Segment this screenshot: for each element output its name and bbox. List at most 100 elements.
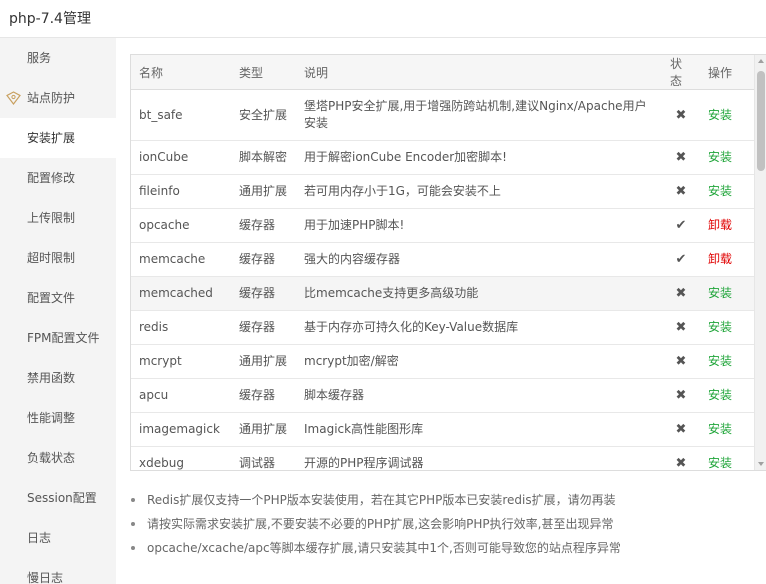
install-button[interactable]: 安装 — [708, 150, 732, 164]
cell-name: redis — [131, 310, 231, 345]
cell-description: 脚本缓存器 — [296, 378, 662, 413]
sidebar-item-fpm-config[interactable]: FPM配置文件 — [0, 318, 116, 358]
status-x-icon: ✖ — [662, 412, 700, 447]
sidebar-item-label: FPM配置文件 — [27, 331, 100, 345]
sidebar-item-session-config[interactable]: Session配置 — [0, 478, 116, 518]
note-item: opcache/xcache/apc等脚本缓存扩展,请只安装其中1个,否则可能导… — [130, 536, 750, 560]
cell-description: 强大的内容缓存器 — [296, 242, 662, 277]
window-title: php-7.4管理 — [9, 11, 91, 27]
cell-name: fileinfo — [131, 174, 231, 209]
cell-name: bt_safe — [131, 89, 231, 141]
table-row: ionCube 脚本解密 用于解密ionCube Encoder加密脚本! ✖ … — [131, 140, 755, 175]
install-button[interactable]: 安装 — [708, 388, 732, 402]
cell-description: Imagick高性能图形库 — [296, 412, 662, 447]
sidebar-item-log[interactable]: 日志 — [0, 518, 116, 558]
scroll-down-arrow-icon[interactable] — [758, 462, 764, 466]
table-header-row: 名称 类型 说明 状态 操作 — [131, 55, 755, 90]
cell-name: opcache — [131, 208, 231, 243]
table-row: redis 缓存器 基于内存亦可持久化的Key-Value数据库 ✖ 安装 — [131, 310, 755, 345]
cell-type: 缓存器 — [231, 276, 296, 311]
sidebar-item-disabled-functions[interactable]: 禁用函数 — [0, 358, 116, 398]
cell-type: 缓存器 — [231, 242, 296, 277]
cell-type: 安全扩展 — [231, 89, 296, 141]
note-item: 请按实际需求安装扩展,不要安装不必要的PHP扩展,这会影响PHP执行效率,甚至出… — [130, 512, 750, 536]
sidebar-item-label: 站点防护 — [27, 91, 76, 105]
sidebar-item-label: 配置文件 — [27, 291, 76, 305]
uninstall-button[interactable]: 卸载 — [708, 252, 732, 266]
title-bar: php-7.4管理 — [0, 0, 766, 38]
sidebar-item-install-extensions[interactable]: 安装扩展 — [0, 118, 116, 158]
status-x-icon: ✖ — [662, 174, 700, 209]
install-button[interactable]: 安装 — [708, 184, 732, 198]
sidebar-item-label: 性能调整 — [27, 411, 76, 425]
extension-table-container[interactable]: 名称 类型 说明 状态 操作 bt_safe 安全扩展 堡塔PHP安全扩展,用于… — [130, 54, 766, 471]
cell-type: 通用扩展 — [231, 412, 296, 447]
cell-description: 比memcache支持更多高级功能 — [296, 276, 662, 311]
install-button[interactable]: 安装 — [708, 286, 732, 300]
table-row: imagemagick 通用扩展 Imagick高性能图形库 ✖ 安装 — [131, 412, 755, 447]
header-status: 状态 — [662, 55, 700, 90]
uninstall-button[interactable]: 卸载 — [708, 218, 732, 232]
cell-description: 基于内存亦可持久化的Key-Value数据库 — [296, 310, 662, 345]
install-button[interactable]: 安装 — [708, 422, 732, 436]
scroll-up-arrow-icon[interactable] — [758, 59, 764, 63]
cell-name: ionCube — [131, 140, 231, 175]
status-x-icon: ✖ — [662, 446, 700, 470]
sidebar-item-label: 负载状态 — [27, 451, 76, 465]
bullet-dot-icon — [131, 546, 135, 550]
table-row: opcache 缓存器 用于加速PHP脚本! ✔ 卸载 — [131, 208, 755, 243]
table-row: bt_safe 安全扩展 堡塔PHP安全扩展,用于增强防跨站机制,建议Nginx… — [131, 89, 755, 141]
status-x-icon: ✖ — [662, 89, 700, 141]
install-button[interactable]: 安装 — [708, 456, 732, 470]
cell-name: imagemagick — [131, 412, 231, 447]
cell-name: xdebug — [131, 446, 231, 470]
cell-name: mcrypt — [131, 344, 231, 379]
extension-table: 名称 类型 说明 状态 操作 bt_safe 安全扩展 堡塔PHP安全扩展,用于… — [131, 55, 755, 470]
scrollbar-thumb[interactable] — [757, 71, 765, 171]
table-row: xdebug 调试器 开源的PHP程序调试器 ✖ 安装 — [131, 446, 755, 470]
sidebar-item-label: 慢日志 — [27, 571, 64, 584]
cell-type: 调试器 — [231, 446, 296, 470]
sidebar-item-config-file[interactable]: 配置文件 — [0, 278, 116, 318]
note-text: opcache/xcache/apc等脚本缓存扩展,请只安装其中1个,否则可能导… — [147, 541, 621, 555]
sidebar: 服务 站点防护 安装扩展 配置修改 上传限制 超时限制 配置文件 FPM配置文件… — [0, 38, 116, 584]
status-x-icon: ✖ — [662, 344, 700, 379]
install-button[interactable]: 安装 — [708, 320, 732, 334]
header-type: 类型 — [231, 55, 296, 90]
cell-description: 用于解密ionCube Encoder加密脚本! — [296, 140, 662, 175]
status-check-icon: ✔ — [662, 208, 700, 243]
sidebar-item-label: 服务 — [27, 51, 52, 65]
status-check-icon: ✔ — [662, 242, 700, 277]
cell-name: apcu — [131, 378, 231, 413]
status-x-icon: ✖ — [662, 276, 700, 311]
sidebar-item-config-edit[interactable]: 配置修改 — [0, 158, 116, 198]
sidebar-item-label: 配置修改 — [27, 171, 76, 185]
cell-description: mcrypt加密/解密 — [296, 344, 662, 379]
cell-description: 用于加速PHP脚本! — [296, 208, 662, 243]
status-x-icon: ✖ — [662, 378, 700, 413]
cell-type: 通用扩展 — [231, 174, 296, 209]
sidebar-item-service[interactable]: 服务 — [0, 38, 116, 78]
table-row: mcrypt 通用扩展 mcrypt加密/解密 ✖ 安装 — [131, 344, 755, 379]
sidebar-item-label: 超时限制 — [27, 251, 76, 265]
install-button[interactable]: 安装 — [708, 354, 732, 368]
cell-type: 缓存器 — [231, 378, 296, 413]
cell-description: 若可用内存小于1G，可能会安装不上 — [296, 174, 662, 209]
sidebar-item-load-status[interactable]: 负载状态 — [0, 438, 116, 478]
note-item: Redis扩展仅支持一个PHP版本安装使用，若在其它PHP版本已安装redis扩… — [130, 488, 750, 512]
install-button[interactable]: 安装 — [708, 108, 732, 122]
sidebar-item-timeout-limit[interactable]: 超时限制 — [0, 238, 116, 278]
sidebar-item-label: 上传限制 — [27, 211, 76, 225]
sidebar-item-upload-limit[interactable]: 上传限制 — [0, 198, 116, 238]
header-name: 名称 — [131, 55, 231, 90]
table-row: memcached 缓存器 比memcache支持更多高级功能 ✖ 安装 — [131, 276, 755, 311]
note-text: 请按实际需求安装扩展,不要安装不必要的PHP扩展,这会影响PHP执行效率,甚至出… — [147, 517, 614, 531]
sidebar-item-site-protection[interactable]: 站点防护 — [0, 78, 116, 118]
table-row: fileinfo 通用扩展 若可用内存小于1G，可能会安装不上 ✖ 安装 — [131, 174, 755, 209]
sidebar-item-slow-log[interactable]: 慢日志 — [0, 558, 116, 584]
sidebar-item-performance[interactable]: 性能调整 — [0, 398, 116, 438]
cell-type: 脚本解密 — [231, 140, 296, 175]
table-scrollbar[interactable] — [754, 55, 766, 470]
table-row: memcache 缓存器 强大的内容缓存器 ✔ 卸载 — [131, 242, 755, 277]
cell-name: memcached — [131, 276, 231, 311]
